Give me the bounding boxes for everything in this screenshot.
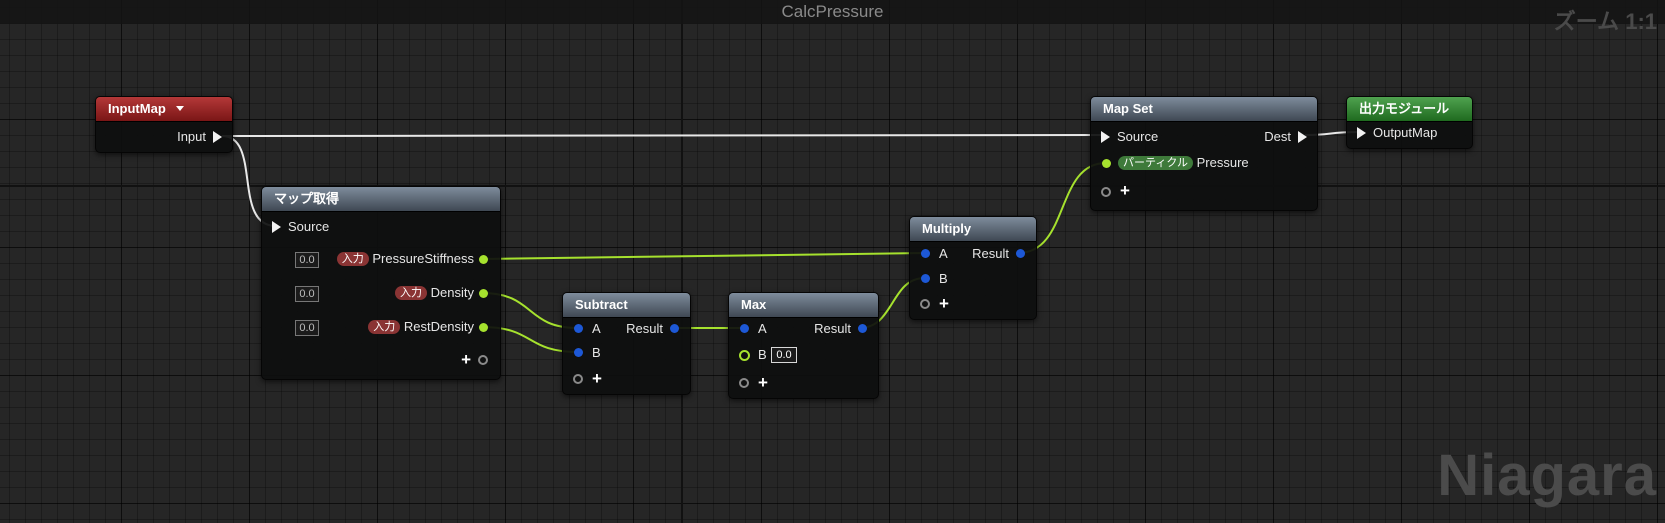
- pin-label-pressure-stiffness: PressureStiffness: [372, 251, 474, 266]
- node-input-map-title: InputMap: [108, 101, 166, 116]
- graph-title: CalcPressure: [781, 2, 884, 21]
- node-map-set[interactable]: Map Set Source Dest パーティクル Pressure +: [1090, 96, 1318, 211]
- add-pin-socket-icon[interactable]: [920, 299, 930, 309]
- pin-label-input: Input: [177, 129, 206, 144]
- add-pin-icon[interactable]: +: [939, 295, 949, 313]
- map-input-pin-icon[interactable]: [1357, 127, 1366, 139]
- pin-label-b: B: [939, 271, 948, 286]
- pin-label-result: Result: [626, 321, 663, 336]
- float-output-pin-icon[interactable]: [479, 289, 488, 298]
- add-pin-icon[interactable]: +: [592, 370, 602, 388]
- niagara-watermark: Niagara: [1437, 443, 1657, 508]
- pin-label-rest-density: RestDensity: [403, 319, 474, 334]
- pin-label-source: Source: [288, 219, 330, 234]
- chevron-down-icon[interactable]: [175, 106, 184, 112]
- pin-label-pressure: Pressure: [1196, 155, 1249, 170]
- output-result-pin-icon[interactable]: [670, 324, 679, 333]
- node-map-set-header[interactable]: Map Set: [1091, 97, 1317, 122]
- pin-label-a: A: [939, 246, 948, 261]
- zoom-level: ズーム 1:1: [1553, 9, 1657, 34]
- add-pin-icon[interactable]: +: [461, 351, 471, 369]
- float-output-pin-icon[interactable]: [479, 323, 488, 332]
- node-subtract[interactable]: Subtract A Result B +: [562, 292, 691, 395]
- float-output-pin-icon[interactable]: [479, 255, 488, 264]
- wire-input-to-mapset-source[interactable]: [221, 134, 1102, 137]
- map-input-pin-icon[interactable]: [272, 221, 281, 233]
- node-max[interactable]: Max A Result B 0.0 +: [728, 292, 879, 399]
- float-input-pin-icon[interactable]: [1102, 159, 1111, 168]
- wire-stiffness-to-multiply-a[interactable]: [481, 252, 926, 260]
- node-multiply-header[interactable]: Multiply: [910, 217, 1036, 242]
- value-box-density[interactable]: 0.0: [295, 286, 319, 302]
- graph-title-bar: CalcPressure: [0, 0, 1665, 24]
- node-map-get-header[interactable]: マップ取得: [262, 187, 500, 212]
- node-max-title: Max: [741, 297, 767, 312]
- node-output-module[interactable]: 出力モジュール OutputMap: [1346, 96, 1473, 149]
- pin-row-density: 入力 Density: [395, 284, 474, 302]
- map-input-pin-icon[interactable]: [1101, 131, 1110, 143]
- output-result-pin-icon[interactable]: [858, 324, 867, 333]
- pin-label-a: A: [758, 321, 767, 336]
- pin-label-b: B: [592, 345, 601, 360]
- node-multiply[interactable]: Multiply A Result B +: [909, 216, 1037, 320]
- wires-layer: [221, 131, 1362, 353]
- node-output-module-title: 出力モジュール: [1359, 101, 1450, 116]
- add-pin-icon[interactable]: +: [758, 374, 768, 392]
- add-pin-socket-icon[interactable]: [739, 378, 749, 388]
- value-box-pressure-stiffness[interactable]: 0.0: [295, 252, 319, 268]
- node-max-header[interactable]: Max: [729, 293, 878, 318]
- input-a-pin-icon[interactable]: [921, 249, 930, 258]
- namespace-tag: 入力: [368, 319, 401, 334]
- pin-label-dest: Dest: [1264, 129, 1291, 144]
- pin-label-source: Source: [1117, 129, 1159, 144]
- input-b-pin-icon[interactable]: [574, 348, 583, 357]
- node-map-set-title: Map Set: [1103, 101, 1153, 116]
- input-b-pin-icon[interactable]: [739, 350, 750, 361]
- node-input-map[interactable]: InputMap Input: [95, 96, 233, 153]
- node-input-map-header[interactable]: InputMap: [96, 97, 232, 122]
- input-a-pin-icon[interactable]: [740, 324, 749, 333]
- namespace-tag: パーティクル: [1118, 155, 1194, 170]
- pin-row-pressure: パーティクル Pressure: [1118, 154, 1249, 172]
- node-subtract-title: Subtract: [575, 297, 628, 312]
- add-pin-socket-icon[interactable]: [1101, 187, 1111, 197]
- add-pin-socket-icon[interactable]: [573, 374, 583, 384]
- node-output-module-header[interactable]: 出力モジュール: [1347, 97, 1472, 122]
- node-multiply-title: Multiply: [922, 221, 972, 236]
- namespace-tag: 入力: [336, 251, 369, 266]
- map-output-pin-icon[interactable]: [213, 131, 222, 143]
- pin-label-result: Result: [972, 246, 1009, 261]
- pin-label-a: A: [592, 321, 601, 336]
- pin-label-result: Result: [814, 321, 851, 336]
- pin-label-density: Density: [430, 285, 474, 300]
- node-map-get[interactable]: マップ取得 Source 0.0 入力 PressureStiffness 0.…: [261, 186, 501, 380]
- node-subtract-header[interactable]: Subtract: [563, 293, 690, 318]
- pin-row-rest-density: 入力 RestDensity: [368, 318, 474, 336]
- map-output-pin-icon[interactable]: [1298, 131, 1307, 143]
- value-box-rest-density[interactable]: 0.0: [295, 320, 319, 336]
- add-pin-socket-icon[interactable]: [478, 355, 488, 365]
- pin-row-pressure-stiffness: 入力 PressureStiffness: [336, 250, 474, 268]
- output-result-pin-icon[interactable]: [1016, 249, 1025, 258]
- input-a-pin-icon[interactable]: [574, 324, 583, 333]
- node-map-get-title: マップ取得: [274, 191, 340, 206]
- value-box-max-b[interactable]: 0.0: [771, 347, 797, 363]
- namespace-tag: 入力: [395, 285, 428, 300]
- input-b-pin-icon[interactable]: [921, 274, 930, 283]
- add-pin-icon[interactable]: +: [1120, 182, 1130, 200]
- pin-label-b: B: [758, 347, 767, 362]
- pin-label-outputmap: OutputMap: [1373, 125, 1438, 140]
